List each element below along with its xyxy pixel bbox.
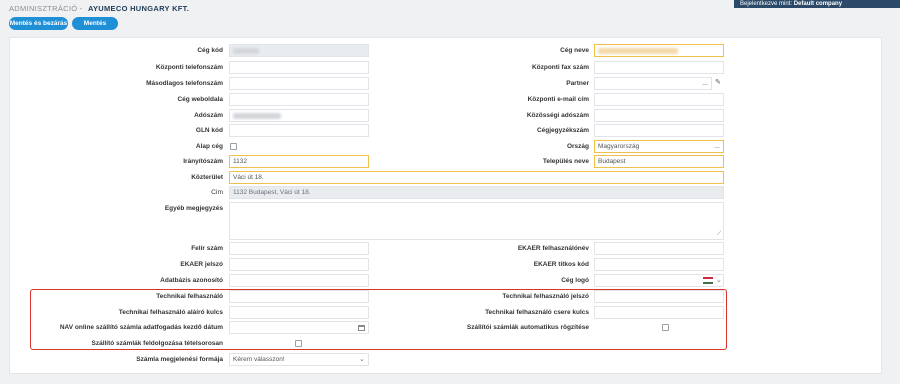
breadcrumb-company: AYUMECO HUNGARY KFT. [87, 4, 190, 13]
label-adatbazis-azonosito: Adatbázis azonosító [160, 277, 223, 284]
label-ceg-kod: Cég kód [197, 47, 223, 54]
ekaer-felhasznalonev-field[interactable] [594, 242, 724, 255]
ekaer-titkos-kod-field[interactable] [594, 258, 724, 271]
chevron-down-icon[interactable]: ⌄ [716, 276, 722, 284]
partner-more-icon[interactable]: ... [702, 78, 708, 89]
felir-szam-field[interactable] [229, 242, 369, 255]
cim-field: 1132 Budapest, Váci út 18. [229, 186, 724, 199]
label-adoszam: Adószám [194, 112, 223, 119]
kozponti-telefonszam-field[interactable] [229, 61, 369, 74]
breadcrumb: ADMINISZTRÁCIÓ - AYUMECO HUNGARY KFT. [9, 4, 189, 13]
telepules-field[interactable]: Budapest [594, 155, 724, 168]
cegjegyzekszam-field[interactable] [594, 124, 724, 137]
save-button[interactable]: Mentés [72, 17, 118, 30]
label-egyeb-megjegyzes: Egyéb megjegyzés [164, 205, 223, 212]
label-telepules: Település neve [542, 158, 589, 165]
highlight-box [30, 289, 727, 350]
login-user: Default company [793, 1, 843, 7]
hungary-flag-icon [703, 277, 713, 284]
label-kozponti-email: Központi e-mail cím [527, 96, 589, 103]
save-and-close-button[interactable]: Mentés és bezárás [9, 17, 68, 30]
label-partner: Partner [566, 80, 589, 87]
label-ceg-weboldala: Cég weboldala [177, 96, 223, 103]
label-cegjegyzekszam: Cégjegyzékszám [536, 127, 589, 134]
orszag-field[interactable]: Magyarország ... [594, 140, 724, 153]
label-orszag: Ország [566, 143, 589, 150]
edit-icon[interactable]: ✎ [715, 78, 721, 86]
adoszam-field[interactable] [229, 109, 369, 122]
kozponti-fax-field[interactable] [594, 61, 724, 74]
alap-ceg-checkbox[interactable] [230, 143, 237, 150]
label-ekaer-titkos-kod: EKAER titkos kód [533, 261, 589, 268]
label-masodlagos-telefonszam: Másodlagos telefonszám [146, 80, 223, 87]
kozossegi-adoszam-field[interactable] [594, 109, 724, 122]
chevron-down-icon[interactable]: ⌄ [359, 355, 365, 363]
ekaer-jelszo-field[interactable] [229, 258, 369, 271]
resize-handle-icon[interactable]: ⟋ [717, 231, 721, 238]
iranyitoszam-field[interactable]: 1132 [229, 155, 369, 168]
ceg-weboldala-field[interactable] [229, 93, 369, 106]
label-alap-ceg: Alap cég [195, 143, 223, 150]
adatbazis-azonosito-field[interactable] [229, 274, 369, 287]
label-ceg-logo: Cég logó [561, 277, 589, 284]
breadcrumb-section: ADMINISZTRÁCIÓ - [9, 4, 83, 13]
label-kozponti-fax: Központi fax szám [531, 64, 589, 71]
label-ekaer-jelszo: EKAER jelszó [180, 261, 223, 268]
header: ADMINISZTRÁCIÓ - AYUMECO HUNGARY KFT. Be… [0, 0, 900, 36]
masodlagos-telefonszam-field[interactable] [229, 77, 369, 90]
egyeb-megjegyzes-textarea[interactable] [229, 202, 724, 240]
label-kozponti-telefonszam: Központi telefonszám [155, 64, 223, 71]
ceg-kod-field[interactable] [229, 44, 369, 57]
szamla-forma-select[interactable]: Kérem válasszon! [229, 353, 369, 366]
login-prefix: Bejelentkezve mint: [740, 1, 793, 7]
label-gln-kod: GLN kód [195, 127, 223, 134]
label-kozossegi-adoszam: Közösségi adószám [526, 112, 589, 119]
kozterulet-field[interactable]: Váci út 18. [229, 171, 724, 184]
orszag-more-icon[interactable]: ... [714, 141, 720, 152]
gln-kod-field[interactable] [229, 124, 369, 137]
label-cim: Cím [211, 189, 223, 196]
label-ekaer-felhasznalonev: EKAER felhasználónév [517, 245, 589, 252]
label-ceg-neve: Cég neve [560, 47, 589, 54]
label-iranyitoszam: Irányítószám [183, 158, 223, 165]
label-szamla-forma: Számla megjelenési formája [136, 356, 223, 363]
orszag-value: Magyarország [598, 143, 640, 150]
label-felir-szam: Felír szám [191, 245, 223, 252]
login-status: Bejelentkezve mint: Default company [734, 0, 900, 8]
ceg-neve-field[interactable] [594, 44, 724, 57]
label-kozterulet: Közterület [191, 174, 223, 181]
kozponti-email-field[interactable] [594, 93, 724, 106]
partner-field[interactable]: ... [594, 77, 712, 90]
